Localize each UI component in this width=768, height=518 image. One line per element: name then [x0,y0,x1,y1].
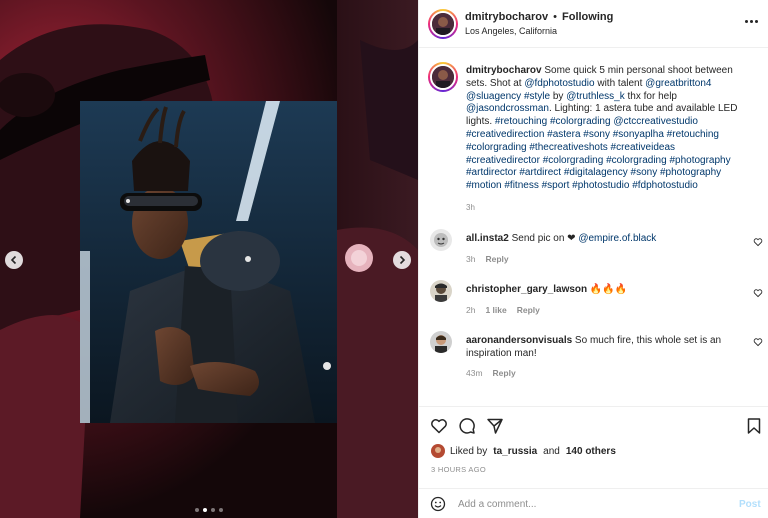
author-username[interactable]: dmitrybocharov [465,11,548,23]
more-dot [750,19,753,23]
comment-item: aaronandersonvisuals So much fire, this … [419,331,768,383]
post-time-ago: 3 HOURS AGO [431,465,486,474]
post-photo [80,101,337,423]
comment-username[interactable]: all.insta2 [466,233,509,244]
comment-body: Send pic on ❤ [508,233,579,244]
comment-time: 2h [466,305,476,315]
post-details-panel: dmitrybocharov • Following Los Angeles, Ca… [418,0,768,518]
following-button[interactable]: Following [562,11,613,23]
liked-by: Liked by ta_russia and 140 others [431,444,616,458]
share-send-icon[interactable] [486,417,504,435]
reply-button[interactable]: Reply [493,368,516,378]
carousel-dot-active [203,508,207,512]
commenter-avatar[interactable] [430,229,452,251]
next-button[interactable] [393,251,411,269]
caption-text-segment: by [550,90,567,102]
header-user-line: dmitrybocharov • Following [465,11,613,23]
comment-body: 🔥🔥🔥 [587,284,628,295]
comment-text: all.insta2 Send pic on ❤ @empire.of.blac… [466,232,734,245]
separator-dot: • [553,11,557,23]
comment-item: christopher_gary_lawson 🔥🔥🔥 2h 1 like Re… [419,280,768,320]
comment-meta: 2h 1 like Reply [466,305,540,315]
carousel-dot [211,508,215,512]
caption-link[interactable]: @sluagency [466,91,521,102]
chevron-right-icon [399,255,406,265]
caption-body: Some quick 5 min personal shoot between … [466,65,737,191]
caption-author-avatar[interactable] [428,62,458,92]
author-avatar[interactable] [428,9,458,39]
caption-text-segment: with talent [594,77,646,89]
comment-text: aaronandersonvisuals So much fire, this … [466,334,734,360]
comment-meta: 43m Reply [466,368,516,378]
comment-likes[interactable]: 1 like [485,305,506,315]
more-dot [755,19,758,23]
caption-text-segment: thx for help [624,90,678,102]
comment-item: all.insta2 Send pic on ❤ @empire.of.blac… [419,229,768,269]
more-horizontal-icon [745,19,748,23]
comment-mention[interactable]: @empire.of.black [578,233,656,244]
comment-username[interactable]: aaronandersonvisuals [466,335,572,346]
post-actions [419,406,768,446]
commenter-avatar[interactable] [430,280,452,302]
comment-text: christopher_gary_lawson 🔥🔥🔥 [466,283,734,296]
liker-avatar[interactable] [431,444,445,458]
bookmark-save-icon[interactable] [745,417,763,435]
likes-others-link[interactable]: 140 others [566,446,616,457]
comment-time: 43m [466,368,483,378]
post-comment-button[interactable]: Post [739,499,761,510]
add-comment-bar: Post [419,488,768,518]
emoji-smiley-icon[interactable] [430,496,446,512]
post-location[interactable]: Los Angeles, California [465,26,557,36]
liked-by-user[interactable]: ta_russia [493,446,537,457]
comment-time: 3h [466,254,476,264]
caption-link[interactable]: @truthless_k [566,91,625,102]
heart-outline-icon[interactable] [753,288,763,298]
caption-link[interactable]: @greatbritton4 [645,78,711,89]
previous-button[interactable] [5,251,23,269]
caption-link[interactable]: @jasondcrossman [466,103,549,114]
caption-link[interactable]: #style [524,91,550,102]
heart-outline-icon[interactable] [753,337,763,347]
chevron-left-icon [10,255,17,265]
caption-link[interactable]: #retouching #colorgrading @ctccreativest… [466,116,731,191]
post-header: dmitrybocharov • Following Los Angeles, Ca… [419,0,768,48]
liked-by-conj: and [543,445,560,457]
carousel-indicator [0,508,418,512]
carousel-dot [195,508,199,512]
caption-link[interactable]: @fdphotostudio [524,78,594,89]
caption-timestamp: 3h [466,203,475,212]
heart-outline-icon[interactable] [753,237,763,247]
like-heart-icon[interactable] [430,417,448,435]
carousel-dot [219,508,223,512]
caption-text: dmitrybocharov Some quick 5 min personal… [466,65,751,193]
liked-by-prefix: Liked by [450,445,488,457]
comment-meta: 3h Reply [466,254,509,264]
comment-input[interactable] [458,495,728,513]
comment-bubble-icon[interactable] [458,417,476,435]
reply-button[interactable]: Reply [485,254,508,264]
reply-button[interactable]: Reply [517,305,540,315]
more-options-button[interactable] [745,17,759,25]
comment-username[interactable]: christopher_gary_lawson [466,284,587,295]
commenter-avatar[interactable] [430,331,452,353]
post-media[interactable] [0,0,418,518]
caption-username[interactable]: dmitrybocharov [466,65,542,76]
